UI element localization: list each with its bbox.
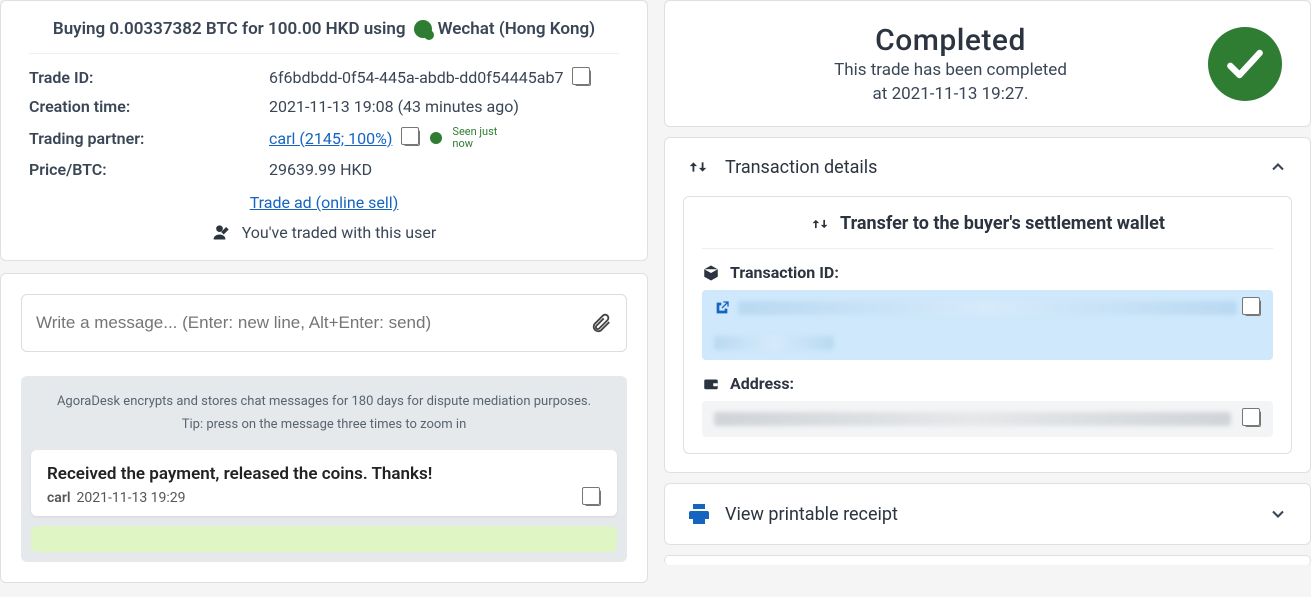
partner-link[interactable]: carl (2145; 100%) — [269, 129, 392, 148]
trade-summary-title: Buying 0.00337382 BTC for 100.00 HKD usi… — [29, 19, 619, 54]
copy-icon[interactable] — [1245, 411, 1261, 427]
status-title: Completed — [693, 23, 1208, 58]
chat-message-author: carl — [47, 490, 71, 506]
check-circle-icon — [1208, 27, 1282, 101]
value-price: 29639.99 HKD — [269, 160, 372, 179]
address-box[interactable] — [702, 401, 1273, 437]
summary-payment-method: Wechat (Hong Kong) — [438, 19, 596, 39]
swap-icon — [810, 214, 830, 234]
chat-card: AgoraDesk encrypts and stores chat messa… — [0, 273, 648, 583]
address-blurred — [714, 412, 1231, 426]
partial-card — [664, 555, 1311, 565]
copy-icon[interactable] — [575, 70, 591, 86]
row-trade-id: Trade ID: 6f6bdbdd-0f54-445a-abdb-dd0f54… — [29, 68, 619, 87]
copy-icon[interactable] — [404, 130, 420, 146]
person-icon — [212, 222, 232, 242]
traded-with-row: You've traded with this user — [29, 222, 619, 242]
label-price: Price/BTC: — [29, 160, 269, 179]
summary-title-prefix: Buying 0.00337382 BTC for 100.00 HKD usi… — [53, 19, 406, 39]
row-trading-partner: Trading partner: carl (2145; 100%) Seen … — [29, 126, 619, 150]
chat-zoom-tip: Tip: press on the message three times to… — [31, 417, 617, 432]
label-creation-time: Creation time: — [29, 97, 269, 116]
address-label-row: Address: — [702, 374, 1273, 393]
printer-icon — [687, 502, 711, 526]
row-price: Price/BTC: 29639.99 HKD — [29, 160, 619, 179]
label-trading-partner: Trading partner: — [29, 129, 269, 148]
value-trade-id: 6f6bdbdd-0f54-445a-abdb-dd0f54445ab7 — [269, 68, 563, 87]
chat-message-partial — [31, 526, 617, 552]
receipt-label: View printable receipt — [725, 504, 898, 525]
open-external-icon[interactable] — [714, 300, 730, 316]
txid-label-row: Transaction ID: — [702, 263, 1273, 282]
label-trade-id: Trade ID: — [29, 68, 269, 87]
copy-icon[interactable] — [1245, 300, 1261, 316]
transfer-title: Transfer to the buyer's settlement walle… — [702, 213, 1273, 249]
trade-summary-card: Buying 0.00337382 BTC for 100.00 HKD usi… — [0, 0, 648, 261]
copy-icon[interactable] — [585, 490, 601, 506]
seen-text: Seen justnow — [452, 126, 497, 150]
chat-message[interactable]: Received the payment, released the coins… — [31, 450, 617, 516]
status-subtitle: This trade has been completed — [693, 60, 1208, 80]
status-card: Completed This trade has been completed … — [664, 0, 1311, 127]
txid-label: Transaction ID: — [730, 263, 839, 282]
transaction-panel: Transfer to the buyer's settlement walle… — [683, 196, 1292, 454]
txid-blurred-2 — [714, 336, 834, 350]
chat-input-row — [21, 294, 627, 352]
address-label: Address: — [730, 374, 794, 393]
chat-input[interactable] — [36, 313, 590, 333]
transaction-details-header[interactable]: Transaction details — [665, 138, 1310, 196]
row-creation-time: Creation time: 2021-11-13 19:08 (43 minu… — [29, 97, 619, 116]
chat-message-time: 2021-11-13 19:29 — [77, 490, 186, 506]
chevron-up-icon — [1268, 157, 1288, 177]
cube-icon — [702, 264, 720, 282]
txid-blurred — [738, 301, 1237, 315]
online-dot-icon — [430, 132, 442, 144]
receipt-section: View printable receipt — [664, 483, 1311, 545]
chevron-down-icon — [1268, 504, 1288, 524]
transaction-details-label: Transaction details — [725, 157, 877, 178]
txid-box[interactable] — [702, 290, 1273, 360]
transaction-details-section: Transaction details Transfer to the buye… — [664, 137, 1311, 473]
traded-with-text: You've traded with this user — [242, 223, 437, 242]
wallet-icon — [702, 375, 720, 393]
chat-message-text: Received the payment, released the coins… — [47, 464, 601, 484]
trade-ad-link[interactable]: Trade ad (online sell) — [250, 193, 399, 212]
value-creation-time: 2021-11-13 19:08 (43 minutes ago) — [269, 97, 519, 116]
status-time: at 2021-11-13 19:27. — [693, 84, 1208, 104]
transfer-title-text: Transfer to the buyer's settlement walle… — [840, 213, 1165, 234]
receipt-header[interactable]: View printable receipt — [665, 484, 1310, 544]
attachment-icon[interactable] — [590, 312, 612, 334]
swap-icon — [687, 156, 709, 178]
chat-encryption-notice: AgoraDesk encrypts and stores chat messa… — [31, 394, 617, 409]
wechat-icon — [414, 20, 432, 38]
chat-body: AgoraDesk encrypts and stores chat messa… — [21, 376, 627, 562]
